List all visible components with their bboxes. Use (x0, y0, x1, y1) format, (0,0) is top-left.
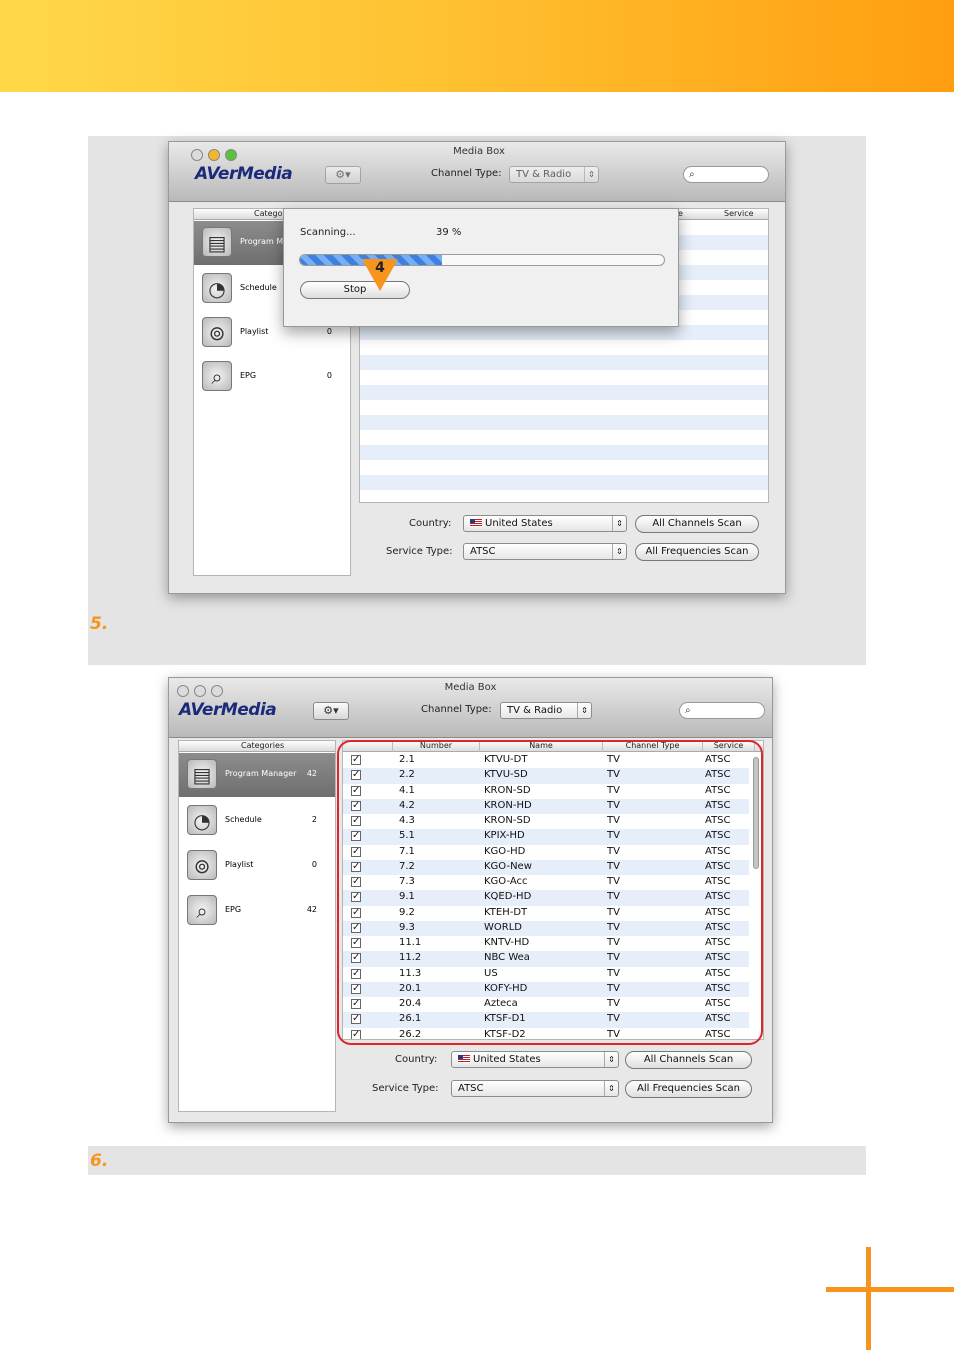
select-arrow-icon: ⇕ (604, 1081, 618, 1096)
category-count: 42 (306, 905, 317, 914)
step5-number: 5. (90, 614, 109, 634)
step6-number: 6. (90, 1151, 109, 1171)
gear-menu-button[interactable]: ⚙▾ (313, 702, 349, 720)
channel-type-label: Channel Type: (431, 168, 502, 179)
category-label: Program M (240, 237, 284, 246)
all-channels-scan-button[interactable]: All Channels Scan (635, 515, 759, 533)
search-input[interactable]: ⌕ (683, 166, 769, 183)
epg-magnifier-icon: ⌕ (187, 895, 217, 925)
service-type-select[interactable]: ATSC ⇕ (463, 543, 627, 560)
scan-percent: 39 % (436, 227, 462, 238)
category-label: EPG (240, 371, 257, 380)
window-title: Media Box (453, 146, 505, 157)
schedule-clock-icon: ◔ (187, 805, 217, 835)
us-flag-icon (470, 519, 482, 527)
channel-type-value: TV & Radio (516, 169, 572, 180)
schedule-clock-icon: ◔ (202, 273, 232, 303)
categories-header-label: Catego (254, 209, 283, 218)
category-count: 0 (326, 371, 332, 380)
corner-crosshair-vertical (866, 1247, 871, 1350)
country-label: Country: (395, 1054, 438, 1065)
avermedia-logo: AVerMedia (179, 700, 277, 720)
select-arrow-icon: ⇕ (604, 1052, 618, 1067)
program-manager-icon: ▤ (202, 227, 232, 257)
category-label: Playlist (225, 860, 254, 869)
highlight-box (337, 740, 763, 1045)
category-count: 42 (306, 769, 317, 778)
category-label: EPG (225, 905, 242, 914)
media-box-window-scanning: Media Box AVerMedia ⚙▾ Channel Type: TV … (168, 141, 786, 594)
media-box-window-results: Media Box AVerMedia ⚙▾ Channel Type: TV … (168, 677, 773, 1123)
category-label: Program Manager (225, 769, 297, 778)
program-manager-icon: ▤ (187, 759, 217, 789)
category-count: 0 (326, 327, 332, 336)
search-icon: ⌕ (685, 705, 691, 716)
service-type-value: ATSC (458, 1083, 484, 1094)
step6-band (88, 1146, 866, 1175)
search-icon: ⌕ (689, 169, 695, 180)
epg-magnifier-icon: ⌕ (202, 361, 232, 391)
select-arrow-icon: ⇕ (612, 544, 626, 559)
country-value: United States (473, 1054, 541, 1065)
callout-number: 4 (375, 260, 385, 276)
window-toolbar: Media Box AVerMedia ⚙▾ Channel Type: TV … (169, 142, 785, 202)
category-schedule[interactable]: ◔ Schedule 2 (179, 799, 335, 843)
select-arrow-icon: ⇕ (612, 516, 626, 531)
category-label: Schedule (240, 283, 277, 292)
service-header[interactable]: Service (724, 209, 754, 219)
search-input[interactable]: ⌕ (679, 702, 765, 719)
scanning-dialog: Scanning... 39 % Stop 4 (283, 208, 679, 327)
country-select[interactable]: United States ⇕ (463, 515, 627, 532)
corner-crosshair-horizontal (826, 1287, 954, 1292)
scanning-label: Scanning... (300, 227, 356, 238)
all-frequencies-scan-button[interactable]: All Frequencies Scan (635, 543, 759, 561)
channel-type-value: TV & Radio (507, 705, 563, 716)
scan-progress-bar (299, 254, 665, 266)
category-epg[interactable]: ⌕ EPG 0 (194, 355, 350, 399)
service-type-value: ATSC (470, 546, 496, 557)
country-label: Country: (409, 518, 452, 529)
category-count: 2 (311, 815, 317, 824)
category-count: 0 (311, 860, 317, 869)
category-epg[interactable]: ⌕ EPG 42 (179, 889, 335, 933)
all-channels-scan-button[interactable]: All Channels Scan (625, 1051, 752, 1069)
avermedia-logo: AVerMedia (195, 164, 293, 184)
select-arrow-icon: ⇕ (584, 167, 598, 182)
header-banner (0, 0, 954, 92)
category-label: Schedule (225, 815, 262, 824)
us-flag-icon (458, 1055, 470, 1063)
channel-type-label: Channel Type: (421, 704, 492, 715)
category-playlist[interactable]: ⊚ Playlist 0 (179, 844, 335, 888)
playlist-film-icon: ⊚ (202, 317, 232, 347)
playlist-film-icon: ⊚ (187, 850, 217, 880)
categories-header[interactable]: Categories (179, 741, 335, 752)
all-frequencies-scan-button[interactable]: All Frequencies Scan (625, 1080, 752, 1098)
country-select[interactable]: United States ⇕ (451, 1051, 619, 1068)
service-type-select[interactable]: ATSC ⇕ (451, 1080, 619, 1097)
channel-type-select[interactable]: TV & Radio ⇕ (500, 702, 592, 719)
service-type-label: Service Type: (386, 546, 453, 557)
category-program-manager[interactable]: ▤ Program Manager 42 (179, 753, 335, 797)
channel-type-select[interactable]: TV & Radio ⇕ (509, 166, 599, 183)
category-label: Playlist (240, 327, 269, 336)
gear-menu-button[interactable]: ⚙▾ (325, 166, 361, 184)
categories-header-label: Categories (241, 741, 285, 750)
service-type-label: Service Type: (372, 1083, 439, 1094)
country-value: United States (485, 518, 553, 529)
window-toolbar: Media Box AVerMedia ⚙▾ Channel Type: TV … (169, 678, 772, 738)
window-title: Media Box (444, 682, 497, 693)
categories-sidebar: Categories ▤ Program Manager 42 ◔ Schedu… (178, 740, 336, 1112)
select-arrow-icon: ⇕ (577, 703, 591, 718)
